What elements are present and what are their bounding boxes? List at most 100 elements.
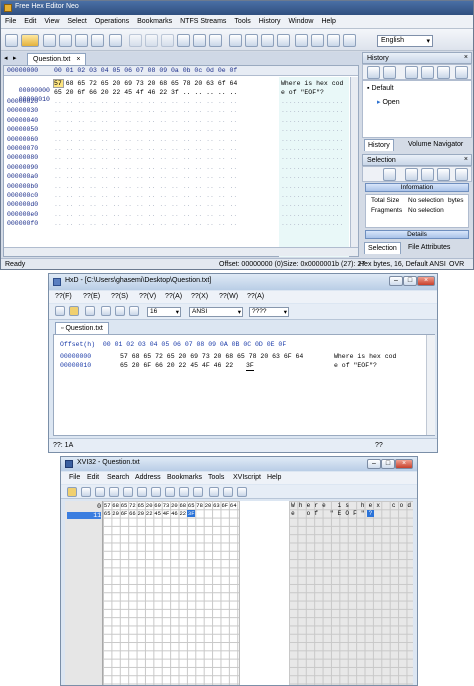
menu-file[interactable]: File <box>69 474 80 481</box>
ascii-cell[interactable]: x <box>374 502 382 509</box>
options-icon[interactable] <box>327 34 340 47</box>
hex-cell[interactable]: 78 <box>195 502 203 509</box>
ascii-cell[interactable]: E <box>336 510 344 517</box>
menu-operations[interactable]: Operations <box>91 15 133 28</box>
close-button[interactable]: × <box>395 459 413 469</box>
hex-cell[interactable]: 63 <box>212 502 220 509</box>
hex-cell[interactable]: 65 <box>187 502 195 509</box>
close-file-icon[interactable] <box>91 34 104 47</box>
find-icon[interactable] <box>179 487 189 497</box>
close-button[interactable]: × <box>417 276 435 286</box>
new-file-icon[interactable] <box>55 306 65 316</box>
hex-cell[interactable]: 72 <box>128 502 136 509</box>
ascii-cell[interactable]: e <box>289 510 297 517</box>
vertical-scrollbar[interactable] <box>350 77 358 247</box>
menu-ntfs-streams[interactable]: NTFS Streams <box>176 15 230 28</box>
hex-cell[interactable]: 64 <box>229 502 237 509</box>
bookmark-icon[interactable] <box>295 34 308 47</box>
hex-cell[interactable]: 20 <box>111 510 119 517</box>
history-item-open[interactable]: ▸ Open <box>377 98 400 106</box>
ascii-cell[interactable]: " <box>328 510 336 517</box>
history-clear-icon[interactable] <box>455 66 468 79</box>
ascii-grid[interactable] <box>289 501 413 685</box>
hex-cell[interactable]: 57 <box>103 502 111 509</box>
minimize-button[interactable]: – <box>389 276 403 286</box>
ascii-cell[interactable]: d <box>405 502 413 509</box>
menu-edit[interactable]: ??(E) <box>83 293 100 300</box>
paste-icon[interactable] <box>209 34 222 47</box>
open-folder-icon[interactable] <box>67 487 77 497</box>
copy-icon[interactable] <box>101 306 111 316</box>
menu-view[interactable]: ??(V) <box>139 293 156 300</box>
hex-cell[interactable]: 4F <box>162 510 170 517</box>
menu-address[interactable]: Address <box>135 474 161 481</box>
hex-cell[interactable]: 73 <box>162 502 170 509</box>
history-tree-icon[interactable] <box>437 66 450 79</box>
cut-icon[interactable] <box>129 306 139 316</box>
menu-file[interactable]: File <box>1 15 20 28</box>
hex-cell[interactable]: 65 <box>137 502 145 509</box>
close-icon[interactable]: × <box>76 56 80 63</box>
menu-tools[interactable]: Tools <box>208 474 224 481</box>
vertical-scrollbar[interactable] <box>426 335 435 435</box>
ascii-cell[interactable]: e <box>320 502 328 509</box>
tab-file-attributes[interactable]: File Attributes <box>408 244 450 251</box>
select-block-icon[interactable] <box>405 168 418 181</box>
menu-xviscript[interactable]: XVIscript <box>233 474 261 481</box>
cut-icon[interactable] <box>123 487 133 497</box>
save-as-icon[interactable] <box>59 34 72 47</box>
export-icon[interactable] <box>229 34 242 47</box>
history-refresh-icon[interactable] <box>367 66 380 79</box>
close-icon[interactable]: × <box>464 156 468 163</box>
menu-bookmarks[interactable]: Bookmarks <box>133 15 176 28</box>
hex-cell[interactable]: 69 <box>153 502 161 509</box>
save-icon[interactable] <box>81 487 91 497</box>
tab-question-txt[interactable]: Question.txt × <box>27 53 87 65</box>
tab-question-txt[interactable]: ▫ Question.txt <box>55 322 109 334</box>
find-next-icon[interactable] <box>261 34 274 47</box>
hex-cell[interactable]: 22 <box>179 510 187 517</box>
details-button[interactable]: Details <box>365 230 469 239</box>
replace-icon[interactable] <box>277 34 290 47</box>
menu-extras[interactable]: ??(X) <box>191 293 208 300</box>
undo-icon[interactable] <box>129 34 142 47</box>
hex-view[interactable]: Offset(h) 00 01 02 03 04 05 06 07 08 09 … <box>53 334 435 436</box>
menu-edit[interactable]: Edit <box>20 15 40 28</box>
tab-scroll-left-icon[interactable]: ◂ <box>4 54 8 62</box>
menu-view[interactable]: View <box>40 15 63 28</box>
mode-select[interactable]: ???? ▾ <box>249 307 289 317</box>
hex-view[interactable]: 00000000 00 01 02 03 04 05 06 07 08 09 0… <box>3 65 359 257</box>
history-back-icon[interactable] <box>161 34 174 47</box>
ascii-cell[interactable]: c <box>390 502 398 509</box>
copy-icon[interactable] <box>193 34 206 47</box>
hex-cell[interactable]: 45 <box>153 510 161 517</box>
ascii-cell-selected[interactable]: ? <box>366 510 375 518</box>
hex-cell[interactable]: 20 <box>170 502 178 509</box>
help-icon[interactable] <box>237 487 247 497</box>
ascii-cell[interactable]: e <box>305 502 313 509</box>
ascii-cell[interactable]: r <box>312 502 320 509</box>
ascii-cell[interactable]: o <box>305 510 313 517</box>
ascii-cell[interactable]: O <box>343 510 351 517</box>
encoding-select[interactable]: English ▾ <box>377 35 433 47</box>
hex-cell[interactable]: 20 <box>137 510 145 517</box>
menu-history[interactable]: History <box>255 15 285 28</box>
hex-cell-selected[interactable]: 3F <box>187 510 196 518</box>
history-item-default[interactable]: ▪ Default <box>367 85 394 92</box>
paste-icon[interactable] <box>151 487 161 497</box>
menu-tools[interactable]: Tools <box>230 15 254 28</box>
hex-cell[interactable]: 65 <box>120 502 128 509</box>
save-icon[interactable] <box>85 306 95 316</box>
new-file-icon[interactable] <box>5 34 18 47</box>
maximize-button[interactable]: □ <box>403 276 417 286</box>
menu-window[interactable]: Window <box>285 15 318 28</box>
select-check-icon[interactable] <box>455 168 468 181</box>
tab-history[interactable]: History <box>364 139 394 151</box>
menu-help[interactable]: Help <box>317 15 339 28</box>
open-folder-icon[interactable] <box>69 306 79 316</box>
redo-icon[interactable] <box>145 34 158 47</box>
hex-cell[interactable]: 66 <box>128 510 136 517</box>
ascii-cell[interactable]: f <box>312 510 320 517</box>
hex-cell[interactable]: 68 <box>179 502 187 509</box>
maximize-button[interactable]: □ <box>381 459 395 469</box>
